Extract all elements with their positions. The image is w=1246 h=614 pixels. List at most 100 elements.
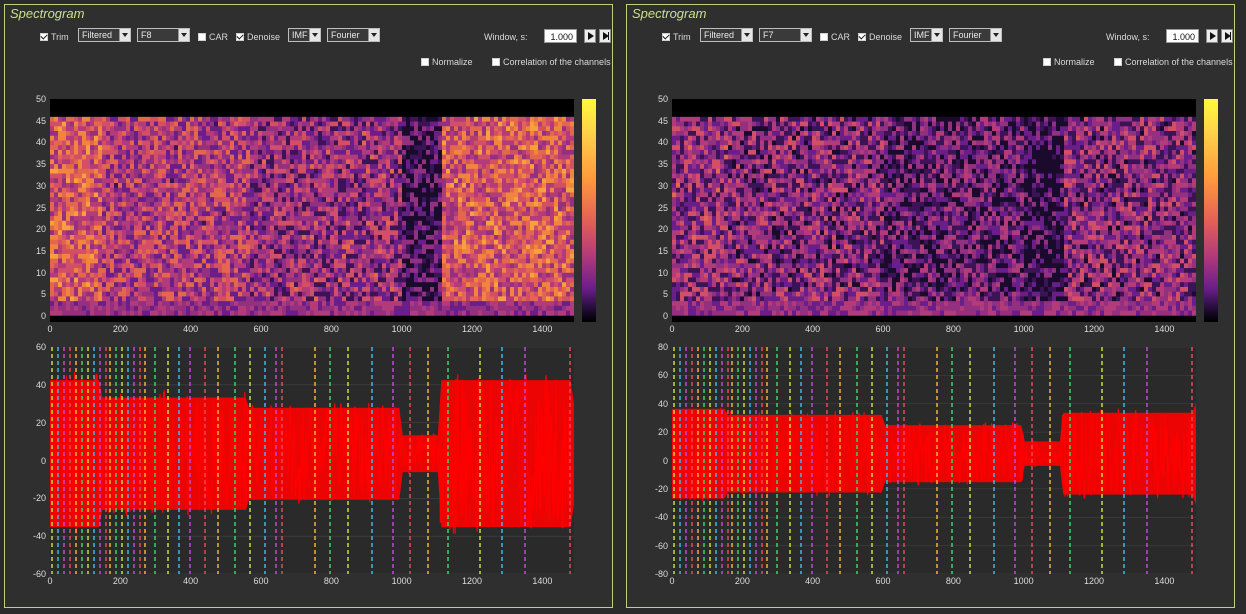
colorbar	[1204, 99, 1218, 322]
spec-x-tick: 200	[112, 324, 128, 334]
chevron-down-icon[interactable]	[741, 29, 752, 41]
spec-y-tick: 0	[662, 311, 668, 321]
window-label: Window, s:	[484, 32, 528, 42]
spec-x-tick: 0	[669, 324, 675, 334]
signal-x-tick: 200	[734, 576, 750, 586]
panel-title: Spectrogram	[10, 6, 85, 21]
car-checkbox-box[interactable]	[820, 33, 828, 41]
window-input[interactable]: 1.000	[1166, 29, 1199, 43]
spec-y-tick: 25	[657, 202, 668, 213]
normalize-checkbox-box[interactable]	[1043, 58, 1051, 66]
spec-x-tick: 400	[805, 324, 821, 334]
spectrogram-plot	[50, 99, 574, 322]
signal-x-tick: 1400	[1154, 576, 1175, 586]
chevron-down-icon[interactable]	[368, 29, 379, 41]
imf-select[interactable]: IMF	[288, 28, 321, 42]
signal-y-tick: -20	[654, 483, 668, 494]
denoise-checkbox[interactable]: Denoise	[236, 32, 280, 42]
signal-x-tick: 1000	[391, 576, 412, 586]
denoise-checkbox-box[interactable]	[236, 33, 244, 41]
spec-y-tick: 10	[35, 267, 46, 278]
step-button[interactable]	[599, 29, 611, 43]
spec-y-tick: 5	[40, 289, 46, 300]
trim-checkbox[interactable]: Trim	[662, 32, 691, 42]
spectrogram-plot	[672, 99, 1196, 322]
trim-checkbox-box[interactable]	[40, 33, 48, 41]
normalize-checkbox[interactable]: Normalize	[421, 57, 473, 67]
spec-y-tick: 15	[35, 245, 46, 256]
imf-select[interactable]: IMF	[910, 28, 943, 42]
car-checkbox[interactable]: CAR	[820, 32, 850, 42]
car-checkbox-label: CAR	[209, 32, 229, 42]
correlation-checkbox[interactable]: Correlation of the channels	[1114, 57, 1233, 67]
spec-x-tick: 600	[875, 324, 891, 334]
method-select[interactable]: Fourier	[327, 28, 380, 42]
signal-x-tick: 400	[183, 576, 199, 586]
denoise-checkbox-box[interactable]	[858, 33, 866, 41]
imf-select-value: IMF	[292, 30, 308, 40]
step-button[interactable]	[1221, 29, 1233, 43]
spec-y-tick: 35	[35, 159, 46, 170]
correlation-checkbox-label: Correlation of the channels	[1125, 57, 1233, 67]
normalize-checkbox[interactable]: Normalize	[1043, 57, 1095, 67]
signal-y-tick: 0	[662, 455, 668, 466]
trim-checkbox-box[interactable]	[662, 33, 670, 41]
spec-y-tick: 45	[35, 115, 46, 126]
spec-x-tick: 800	[323, 324, 339, 334]
signal-y-tick: 60	[657, 370, 668, 381]
chevron-down-icon[interactable]	[990, 29, 1001, 41]
spec-y-tick: 30	[35, 180, 46, 191]
correlation-checkbox[interactable]: Correlation of the channels	[492, 57, 611, 67]
spec-x-tick: 1200	[1083, 324, 1105, 334]
spec-y-tick: 50	[657, 94, 668, 104]
signal-x-tick: 0	[669, 576, 675, 586]
denoise-checkbox[interactable]: Denoise	[858, 32, 902, 42]
car-checkbox[interactable]: CAR	[198, 32, 228, 42]
spec-x-tick: 1400	[532, 324, 553, 334]
source-select[interactable]: Filtered	[78, 28, 131, 42]
correlation-checkbox-box[interactable]	[492, 58, 500, 66]
trim-checkbox[interactable]: Trim	[40, 32, 69, 42]
spec-y-tick: 40	[657, 137, 668, 148]
spec-x-tick: 200	[734, 324, 750, 334]
trim-checkbox-label: Trim	[51, 32, 69, 42]
method-select[interactable]: Fourier	[949, 28, 1002, 42]
play-button[interactable]	[584, 29, 596, 43]
spec-y-tick: 5	[662, 289, 668, 300]
signal-y-tick: 40	[35, 379, 46, 390]
signal-y-tick: 80	[657, 342, 668, 352]
signal-plot	[672, 347, 1196, 574]
chevron-down-icon[interactable]	[800, 29, 811, 41]
chevron-down-icon[interactable]	[309, 29, 320, 41]
chevron-down-icon[interactable]	[178, 29, 189, 41]
signal-x-tick: 200	[112, 576, 128, 586]
chevron-down-icon[interactable]	[931, 29, 942, 41]
signal-y-tick: 40	[657, 398, 668, 409]
spec-x-tick: 1400	[1154, 324, 1175, 334]
spec-y-tick: 20	[35, 224, 46, 235]
correlation-checkbox-box[interactable]	[1114, 58, 1122, 66]
normalize-checkbox-box[interactable]	[421, 58, 429, 66]
spec-y-tick: 20	[657, 224, 668, 235]
signal-x-tick: 600	[253, 576, 269, 586]
car-checkbox-box[interactable]	[198, 33, 206, 41]
source-select[interactable]: Filtered	[700, 28, 753, 42]
method-select-value: Fourier	[331, 30, 360, 40]
window-label: Window, s:	[1106, 32, 1150, 42]
chevron-down-icon[interactable]	[119, 29, 130, 41]
channel-select[interactable]: F8	[137, 28, 190, 42]
signal-x-tick: 1200	[1083, 576, 1105, 586]
window-input[interactable]: 1.000	[544, 29, 577, 43]
signal-x-tick: 0	[47, 576, 53, 586]
window-label-text: Window, s:	[1106, 32, 1150, 42]
spec-y-tick: 35	[657, 159, 668, 170]
spec-x-tick: 600	[253, 324, 269, 334]
signal-plot	[50, 347, 574, 574]
signal-x-tick: 1400	[532, 576, 553, 586]
trim-checkbox-label: Trim	[673, 32, 691, 42]
play-button[interactable]	[1206, 29, 1218, 43]
channel-select[interactable]: F7	[759, 28, 812, 42]
spec-y-tick: 45	[657, 115, 668, 126]
right-spectrogram-panel: Spectrogram Trim Filtered F7 CAR Denoise IMF Fo…	[626, 4, 1235, 608]
denoise-checkbox-label: Denoise	[869, 32, 903, 42]
